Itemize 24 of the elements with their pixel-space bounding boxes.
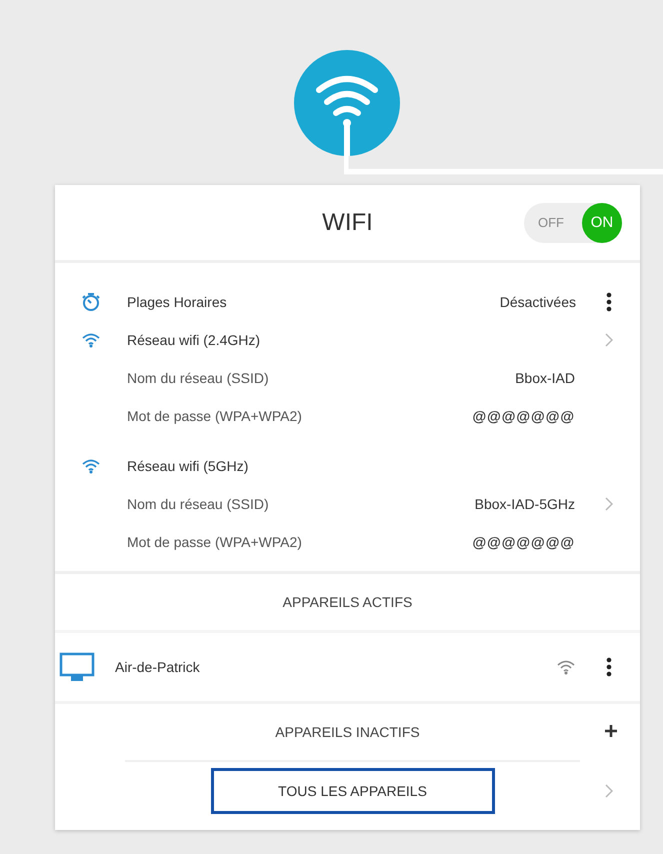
more-menu-icon[interactable] [606, 657, 612, 677]
wifi-icon [294, 50, 400, 156]
device-name: Air-de-Patrick [115, 659, 200, 675]
stopwatch-icon [81, 292, 101, 312]
field-label: Mot de passe (WPA+WPA2) [127, 408, 302, 424]
field-value: @@@@@@@ [472, 408, 575, 424]
monitor-icon [59, 652, 95, 682]
field-label: Mot de passe (WPA+WPA2) [127, 534, 302, 550]
field-value: Bbox-IAD [515, 370, 575, 386]
field-value: @@@@@@@ [472, 534, 575, 550]
field-value: Bbox-IAD-5GHz [474, 496, 575, 512]
all-devices-button[interactable]: TOUS LES APPAREILS [210, 768, 494, 814]
section-title: WIFI [322, 208, 373, 236]
wifi-icon [556, 659, 576, 675]
setting-value: Désactivées [500, 294, 576, 310]
field-label: Nom du réseau (SSID) [127, 496, 269, 512]
network-title: Réseau wifi (5GHz) [127, 458, 248, 474]
network-title: Réseau wifi (2.4GHz) [127, 332, 260, 348]
more-menu-icon[interactable] [606, 292, 612, 312]
section-heading: APPAREILS ACTIFS [282, 594, 412, 610]
setting-label: Plages Horaires [127, 294, 227, 310]
field-label: Nom du réseau (SSID) [127, 370, 269, 386]
add-icon[interactable] [604, 724, 618, 738]
section-heading: APPAREILS INACTIFS [275, 724, 420, 740]
